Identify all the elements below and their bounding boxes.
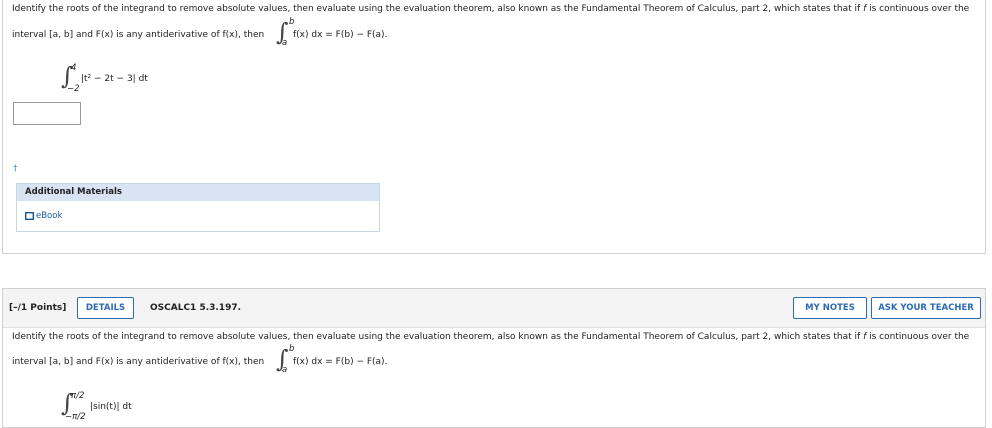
upper-limit: b <box>289 344 295 354</box>
question-text-line1: Identify the roots of the integrand to r… <box>12 4 970 14</box>
lower-limit: a <box>282 38 288 48</box>
upper-limit: b <box>289 17 295 27</box>
problem-upper-limit: π/2 <box>71 391 85 401</box>
ftc-integrand: f(x) dx = F(b) − F(a). <box>293 30 388 40</box>
problem-code: OSCALC1 5.3.197. <box>150 303 242 313</box>
ebook-link[interactable]: eBook <box>25 211 62 221</box>
details-button[interactable]: DETAILS <box>77 297 134 319</box>
dagger-mark: † <box>13 164 18 174</box>
ebook-label: eBook <box>36 211 63 221</box>
problem-lower-limit: −2 <box>67 84 80 94</box>
my-notes-button[interactable]: MY NOTES <box>793 297 867 319</box>
question-text-line2: interval [a, b] and F(x) is any antideri… <box>12 357 265 367</box>
ask-teacher-button[interactable]: ASK YOUR TEACHER <box>871 297 981 319</box>
points-label: [–/1 Points] <box>9 303 67 313</box>
question-card-2: [–/1 Points] DETAILS OSCALC1 5.3.197. MY… <box>2 288 986 428</box>
additional-materials-box: Additional Materials eBook <box>16 183 380 232</box>
question-header-bar: [–/1 Points] DETAILS OSCALC1 5.3.197. MY… <box>3 289 985 328</box>
problem-upper-limit: 4 <box>71 63 77 73</box>
question-text-line2: interval [a, b] and F(x) is any antideri… <box>12 30 265 40</box>
question-card-1: Identify the roots of the integrand to r… <box>2 0 986 254</box>
question-text-line1: Identify the roots of the integrand to r… <box>12 332 970 342</box>
ftc-integrand: f(x) dx = F(b) − F(a). <box>293 357 388 367</box>
problem-integrand: |t² − 2t − 3| dt <box>81 74 148 84</box>
book-icon <box>25 212 34 220</box>
problem-lower-limit: −π/2 <box>65 412 86 422</box>
lower-limit: a <box>282 365 288 375</box>
answer-input[interactable] <box>13 102 81 125</box>
problem-integrand: |sin(t)| dt <box>90 402 132 412</box>
additional-materials-heading: Additional Materials <box>17 184 379 201</box>
